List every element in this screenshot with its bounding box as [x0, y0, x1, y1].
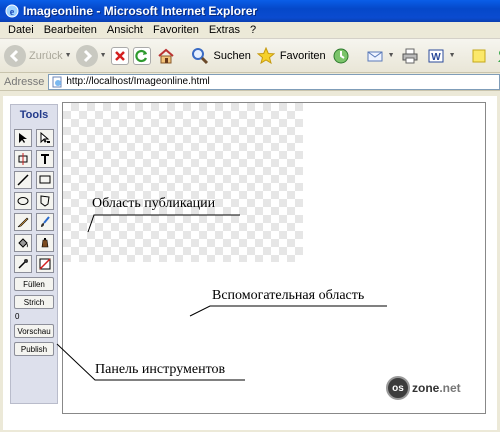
window-title: Imageonline - Microsoft Internet Explore…	[23, 4, 258, 18]
eyedropper-icon[interactable]	[14, 255, 32, 273]
browser-toolbar: Zurück ▼ ▼ Suchen Favoriten ▼ W ▼	[0, 39, 500, 73]
logo-text: zone.net	[412, 381, 461, 395]
fill-button[interactable]: Füllen	[14, 277, 54, 291]
browser-content: Tools Füllen Strich 0 Vorschau Publish О…	[0, 92, 500, 432]
history-button[interactable]	[330, 42, 352, 70]
forward-button[interactable]: ▼	[75, 42, 107, 70]
notes-button[interactable]	[468, 42, 490, 70]
chevron-down-icon[interactable]: ▼	[100, 52, 107, 59]
ellipse-icon[interactable]	[14, 192, 32, 210]
search-label: Suchen	[213, 49, 251, 62]
favorites-button[interactable]: Favoriten	[255, 42, 326, 70]
os-logo-icon: os	[386, 376, 410, 400]
print-button[interactable]	[399, 42, 421, 70]
subselect-arrow-icon[interactable]	[36, 129, 54, 147]
tools-title: Tools	[19, 109, 49, 121]
home-button[interactable]	[155, 42, 177, 70]
mail-icon	[364, 45, 386, 67]
address-input[interactable]: http://localhost/Imageonline.html	[48, 73, 500, 90]
text-icon[interactable]	[36, 150, 54, 168]
menu-help[interactable]: ?	[245, 24, 261, 36]
stop-icon	[110, 46, 129, 65]
menu-extras[interactable]: Extras	[204, 24, 245, 36]
transform-icon[interactable]	[14, 150, 32, 168]
svg-text:e: e	[10, 7, 15, 18]
svg-text:W: W	[431, 52, 441, 63]
sticky-note-icon	[468, 45, 490, 67]
chevron-down-icon[interactable]: ▼	[449, 52, 456, 59]
refresh-button[interactable]	[132, 42, 151, 70]
ink-bottle-icon[interactable]	[36, 234, 54, 252]
address-url: http://localhost/Imageonline.html	[66, 76, 210, 87]
stop-button[interactable]	[110, 42, 129, 70]
menu-view[interactable]: Ansicht	[102, 24, 148, 36]
messenger-icon	[494, 45, 500, 67]
select-arrow-icon[interactable]	[14, 129, 32, 147]
brush-icon[interactable]	[36, 213, 54, 231]
publish-canvas[interactable]	[63, 103, 303, 262]
page-icon	[52, 76, 62, 87]
search-icon	[189, 45, 211, 67]
stroke-button[interactable]: Strich	[14, 295, 54, 309]
favorites-label: Favoriten	[279, 49, 326, 62]
edit-word-button[interactable]: W ▼	[425, 42, 456, 70]
refresh-icon	[132, 46, 151, 65]
line-icon[interactable]	[14, 171, 32, 189]
ie-app-icon: e	[5, 4, 19, 18]
search-button[interactable]: Suchen	[189, 42, 251, 70]
history-icon	[330, 45, 352, 67]
address-label: Adresse	[4, 75, 45, 88]
tools-panel: Tools Füllen Strich 0 Vorschau Publish	[10, 104, 58, 404]
oszone-logo: os zone.net	[386, 376, 461, 400]
polygon-icon[interactable]	[36, 192, 54, 210]
star-icon	[255, 45, 277, 67]
rectangle-icon[interactable]	[36, 171, 54, 189]
back-arrow-icon	[4, 44, 26, 67]
back-button[interactable]: Zurück ▼	[4, 42, 72, 70]
mail-button[interactable]: ▼	[364, 42, 395, 70]
menu-favorites[interactable]: Favoriten	[148, 24, 204, 36]
menu-edit[interactable]: Bearbeiten	[39, 24, 102, 36]
pencil-icon[interactable]	[14, 213, 32, 231]
paint-bucket-icon[interactable]	[14, 234, 32, 252]
window-titlebar: e Imageonline - Microsoft Internet Explo…	[0, 0, 500, 22]
printer-icon	[399, 45, 421, 67]
annotation-aux-area: Вспомогательная область	[212, 288, 365, 303]
messenger-button[interactable]	[494, 42, 500, 70]
publish-button[interactable]: Publish	[14, 342, 54, 356]
chevron-down-icon[interactable]: ▼	[65, 52, 72, 59]
chevron-down-icon[interactable]: ▼	[388, 52, 395, 59]
forward-arrow-icon	[75, 44, 98, 67]
menu-file[interactable]: Datei	[3, 24, 39, 36]
home-icon	[155, 45, 177, 67]
back-label: Zurück	[29, 49, 63, 62]
preview-button[interactable]: Vorschau	[14, 324, 54, 338]
menu-bar: Datei Bearbeiten Ansicht Favoriten Extra…	[0, 22, 500, 39]
no-color-icon[interactable]	[36, 255, 54, 273]
annotation-publish-area: Область публикации	[92, 196, 216, 211]
address-bar: Adresse http://localhost/Imageonline.htm…	[0, 73, 500, 91]
counter-value: 0	[15, 312, 20, 321]
annotation-tools-panel: Панель инструментов	[95, 362, 226, 377]
word-icon: W	[425, 45, 447, 67]
